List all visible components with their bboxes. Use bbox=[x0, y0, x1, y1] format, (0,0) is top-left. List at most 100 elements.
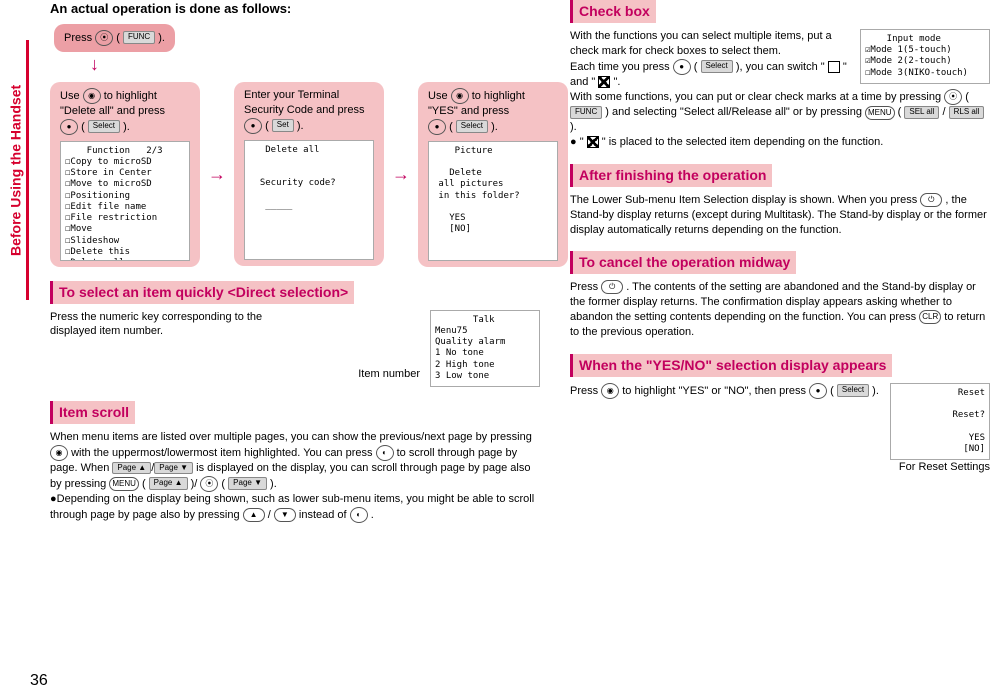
yesno-screen: Reset Reset? YES [NO] bbox=[890, 383, 990, 461]
t: "YES" and press bbox=[428, 105, 509, 117]
item-scroll-title: Item scroll bbox=[50, 401, 135, 424]
select-chip: Select bbox=[88, 120, 120, 133]
step2-screen: Delete all Security code? _____ bbox=[244, 140, 374, 260]
t: . The contents of the setting are abando… bbox=[570, 281, 976, 323]
t: The Lower Sub-menu Item Selection displa… bbox=[570, 194, 920, 206]
page-down-chip: Page ▼ bbox=[154, 462, 193, 475]
t: Security Code and press bbox=[244, 104, 364, 116]
rls-all-chip: RLS all bbox=[949, 106, 985, 119]
cancel-body: Press ⏻ . The contents of the setting ar… bbox=[570, 280, 990, 339]
after-body: The Lower Sub-menu Item Selection displa… bbox=[570, 193, 990, 238]
func-chip: FUNC bbox=[123, 31, 155, 44]
steps-row: Use ◉ to highlight "Delete all" and pres… bbox=[50, 82, 540, 267]
t: ), you can switch " bbox=[736, 60, 825, 72]
menu-key-icon: MENU bbox=[865, 106, 895, 120]
checkbox-empty-icon bbox=[828, 61, 840, 73]
checkbox-checked-icon bbox=[587, 136, 599, 148]
step3-box: Use ◉ to highlight "YES" and press ● ( S… bbox=[418, 82, 568, 267]
t: / bbox=[943, 106, 946, 118]
step1-box: Use ◉ to highlight "Delete all" and pres… bbox=[50, 82, 200, 267]
t: ". bbox=[613, 76, 620, 88]
step2-box: Enter your Terminal Security Code and pr… bbox=[234, 82, 384, 266]
t: When menu items are listed over multiple… bbox=[50, 431, 532, 443]
t: "Delete all" and press bbox=[60, 105, 165, 117]
yesno-title: When the "YES/NO" selection display appe… bbox=[570, 354, 892, 377]
t: Use bbox=[428, 90, 451, 102]
page-down-chip: Page ▼ bbox=[228, 477, 267, 490]
end-key-icon: ⏻ bbox=[601, 280, 623, 294]
select-chip: Select bbox=[837, 384, 869, 397]
item-scroll-body: When menu items are listed over multiple… bbox=[50, 430, 540, 523]
t: Press the numeric key corresponding to t… bbox=[50, 311, 262, 323]
end-key-icon: ⏻ bbox=[920, 193, 942, 207]
step0-box: Press ⦿ ( FUNC ). bbox=[54, 24, 175, 52]
t: to highlight bbox=[472, 90, 525, 102]
down-key-icon: ▼ bbox=[274, 508, 296, 522]
t: ). bbox=[270, 478, 277, 490]
left-column: An actual operation is done as follows: … bbox=[50, 0, 540, 523]
navpad-icon: ◉ bbox=[83, 88, 101, 104]
center-key-icon: ● bbox=[673, 59, 691, 75]
navpad-icon: ◉ bbox=[601, 383, 619, 399]
after-title: After finishing the operation bbox=[570, 164, 772, 187]
left-right-key-icon: ◐ bbox=[350, 507, 368, 523]
t: Press bbox=[570, 384, 601, 396]
t: )/ bbox=[191, 478, 198, 490]
select-chip: Select bbox=[701, 60, 733, 73]
ir-key-icon: ⦿ bbox=[200, 476, 218, 492]
ir-key-icon: ⦿ bbox=[95, 30, 113, 46]
func-chip: FUNC bbox=[570, 106, 602, 119]
side-tab: Before Using the Handset bbox=[6, 40, 29, 300]
t: ). bbox=[872, 384, 879, 396]
t: ( bbox=[965, 91, 969, 103]
navpad-icon: ◉ bbox=[50, 445, 68, 461]
center-key-icon: ● bbox=[809, 383, 827, 399]
page-number: 36 bbox=[30, 670, 48, 692]
t: ( bbox=[898, 106, 902, 118]
direct-selection-title: To select an item quickly <Direct select… bbox=[50, 281, 354, 304]
t: ( bbox=[221, 478, 225, 490]
step1-screen: Function 2/3 ☐Copy to microSD ☐Store in … bbox=[60, 141, 190, 261]
t: ● " bbox=[570, 136, 584, 148]
t: With some functions, you can put or clea… bbox=[570, 91, 944, 103]
t: ( bbox=[265, 119, 269, 131]
page-up-chip: Page ▲ bbox=[149, 477, 188, 490]
checkbox-checked-icon bbox=[598, 76, 610, 88]
t: with the uppermost/lowermost item highli… bbox=[71, 447, 376, 459]
t: ) and selecting "Select all/Release all"… bbox=[605, 106, 865, 118]
t: . bbox=[371, 508, 374, 520]
t: ). bbox=[491, 121, 498, 133]
checkbox-title: Check box bbox=[570, 0, 656, 23]
t: ( bbox=[694, 60, 698, 72]
set-chip: Set bbox=[272, 119, 294, 132]
t: ). bbox=[297, 119, 304, 131]
t: Each time you press bbox=[570, 60, 673, 72]
t: instead of bbox=[299, 508, 350, 520]
t: ). bbox=[570, 121, 577, 133]
t: With the functions you can select multip… bbox=[570, 30, 832, 57]
step3-screen: Picture Delete all pictures in this fold… bbox=[428, 141, 558, 261]
arrow-down-icon: ↓ bbox=[50, 52, 540, 76]
t: to highlight bbox=[104, 90, 157, 102]
arrow-right-icon: → bbox=[208, 162, 226, 186]
menu-key-icon: MENU bbox=[109, 477, 139, 491]
t: Use bbox=[60, 90, 83, 102]
actual-op-heading: An actual operation is done as follows: bbox=[50, 0, 540, 18]
t: " is placed to the selected item dependi… bbox=[602, 136, 884, 148]
center-key-icon: ● bbox=[60, 119, 78, 135]
t: ( bbox=[830, 384, 834, 396]
arrow-right-icon: → bbox=[392, 162, 410, 186]
ir-key-icon: ⦿ bbox=[944, 89, 962, 105]
up-key-icon: ▲ bbox=[243, 508, 265, 522]
center-key-icon: ● bbox=[428, 119, 446, 135]
left-right-key-icon: ◐ bbox=[376, 445, 394, 461]
clr-key-icon: CLR bbox=[919, 310, 941, 324]
t: to highlight "YES" or "NO", then press bbox=[622, 384, 809, 396]
t: displayed item number. bbox=[50, 325, 163, 337]
checkbox-screen: Input mode ☑Mode 1(5-touch) ☑Mode 2(2-to… bbox=[860, 29, 990, 84]
t: ( bbox=[449, 121, 453, 133]
sel-all-chip: SEL all bbox=[904, 106, 939, 119]
navpad-icon: ◉ bbox=[451, 88, 469, 104]
select-chip: Select bbox=[456, 120, 488, 133]
t: ( bbox=[142, 478, 146, 490]
